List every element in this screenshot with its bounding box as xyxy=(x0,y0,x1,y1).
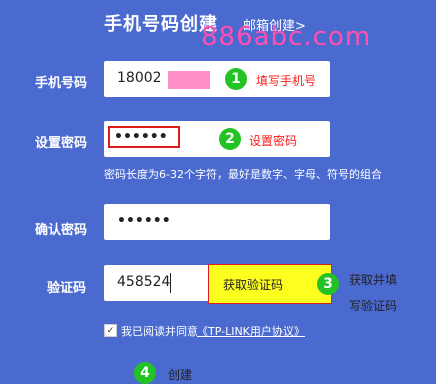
step-2-icon: 2 xyxy=(219,128,241,150)
text-cursor xyxy=(170,273,171,293)
agreement-text: 我已阅读并同意 xyxy=(121,325,198,338)
create-button-label[interactable]: 创建 xyxy=(168,366,192,383)
watermark: 886abc.com xyxy=(201,22,372,52)
step-4-icon: 4 xyxy=(134,362,156,384)
code-hint-line1: 获取并填 xyxy=(349,273,398,287)
step-1-icon: 1 xyxy=(225,68,247,90)
code-label: 验证码 xyxy=(47,281,87,296)
phone-field[interactable]: 18002 1 填写手机号 xyxy=(104,61,330,97)
password-field-container: •••••• 2 设置密码 xyxy=(104,121,330,157)
password-rule-note: 密码长度为6-32个字符，最好是数字、字母、符号的组合 xyxy=(104,168,382,181)
phone-label: 手机号码 xyxy=(35,76,88,91)
phone-hint: 填写手机号 xyxy=(256,74,317,88)
agreement-link[interactable]: 《TP-LINK用户协议》 xyxy=(197,323,305,339)
agreement-checkbox[interactable]: ✓ xyxy=(104,324,117,337)
phone-mask xyxy=(168,71,210,89)
step-3-icon: 3 xyxy=(317,273,339,295)
password-label: 设置密码 xyxy=(35,136,88,151)
confirm-label: 确认密码 xyxy=(35,223,88,238)
password-input[interactable]: •••••• xyxy=(108,126,180,148)
get-code-label: 获取验证码 xyxy=(215,273,291,295)
code-value: 458524 xyxy=(117,274,171,290)
confirm-password-value: •••••• xyxy=(117,213,171,229)
phone-value: 18002 xyxy=(117,70,162,86)
password-hint: 设置密码 xyxy=(249,134,298,148)
code-hint-line2: 写验证码 xyxy=(349,299,398,313)
get-code-button[interactable]: 获取验证码 xyxy=(208,264,332,304)
confirm-password-field[interactable]: •••••• xyxy=(104,204,330,240)
